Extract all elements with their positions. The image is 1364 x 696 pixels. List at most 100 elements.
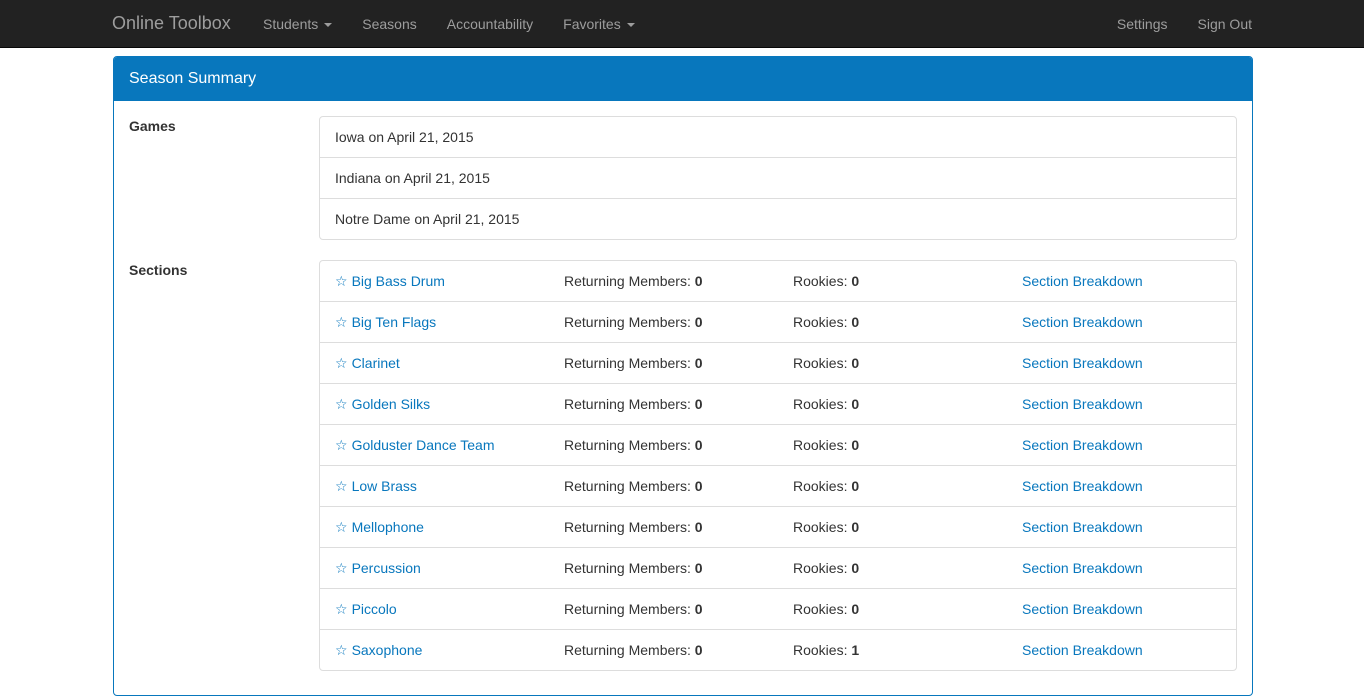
rookies-count: 0 xyxy=(851,478,860,494)
returning-members: Returning Members: 0 xyxy=(564,384,703,424)
rookies: Rookies: 0 xyxy=(793,343,859,383)
section-breakdown-link[interactable]: Section Breakdown xyxy=(1022,630,1143,670)
section-name: Percussion xyxy=(351,560,421,576)
section-breakdown-link[interactable]: Section Breakdown xyxy=(1022,589,1143,629)
rookies: Rookies: 0 xyxy=(793,302,859,342)
returning-members-label: Returning Members: xyxy=(564,273,691,289)
star-outline-icon[interactable]: ☆ xyxy=(335,630,348,670)
returning-members: Returning Members: 0 xyxy=(564,630,703,670)
section-breakdown-link[interactable]: Section Breakdown xyxy=(1022,507,1143,547)
section-row: ☆ Percussion Returning Members: 0 Rookies: … xyxy=(320,547,1236,588)
section-name-link[interactable]: ☆ Mellophone xyxy=(335,507,424,547)
nav-item-label: Favorites xyxy=(563,16,621,32)
section-breakdown-link[interactable]: Section Breakdown xyxy=(1022,261,1143,301)
rookies-label: Rookies: xyxy=(793,519,848,535)
rookies-count: 0 xyxy=(851,273,860,289)
section-name: Saxophone xyxy=(351,642,423,658)
section-name: Piccolo xyxy=(351,601,397,617)
star-outline-icon[interactable]: ☆ xyxy=(335,589,348,629)
section-name: Clarinet xyxy=(351,355,400,371)
star-outline-icon[interactable]: ☆ xyxy=(335,507,348,547)
rookies: Rookies: 0 xyxy=(793,548,859,588)
returning-members-count: 0 xyxy=(694,314,703,330)
nav-item-accountability[interactable]: Accountability xyxy=(432,0,548,48)
section-row: ☆ Golden Silks Returning Members: 0 Rookies… xyxy=(320,383,1236,424)
star-outline-icon[interactable]: ☆ xyxy=(335,343,348,383)
game-list-item: Indiana on April 21, 2015 xyxy=(320,157,1236,198)
rookies: Rookies: 0 xyxy=(793,507,859,547)
section-name: Mellophone xyxy=(351,519,424,535)
returning-members-label: Returning Members: xyxy=(564,355,691,371)
returning-members-label: Returning Members: xyxy=(564,601,691,617)
section-breakdown-link[interactable]: Section Breakdown xyxy=(1022,425,1143,465)
rookies: Rookies: 0 xyxy=(793,384,859,424)
section-name-link[interactable]: ☆ Golduster Dance Team xyxy=(335,425,495,465)
section-name: Big Ten Flags xyxy=(351,314,437,330)
star-outline-icon[interactable]: ☆ xyxy=(335,548,348,588)
rookies-count: 0 xyxy=(851,560,860,576)
star-outline-icon[interactable]: ☆ xyxy=(335,466,348,506)
star-outline-icon[interactable]: ☆ xyxy=(335,425,348,465)
navbar-container: Online Toolbox Students Seasons Accountabi… xyxy=(112,0,1252,48)
section-row: ☆ Golduster Dance Team Returning Members: … xyxy=(320,424,1236,465)
section-name-link[interactable]: ☆ Golden Silks xyxy=(335,384,430,424)
nav-item-students[interactable]: Students xyxy=(263,0,347,48)
star-outline-icon[interactable]: ☆ xyxy=(335,261,348,301)
game-list-item: Iowa on April 21, 2015 xyxy=(335,129,474,145)
star-outline-icon[interactable]: ☆ xyxy=(335,302,348,342)
nav-item-sign-out[interactable]: Sign Out xyxy=(1183,0,1252,48)
returning-members-label: Returning Members: xyxy=(564,519,691,535)
nav-item-settings[interactable]: Settings xyxy=(1102,0,1183,48)
star-outline-icon[interactable]: ☆ xyxy=(335,384,348,424)
nav-item-seasons[interactable]: Seasons xyxy=(347,0,431,48)
brand-link[interactable]: Online Toolbox xyxy=(112,0,231,48)
returning-members-label: Returning Members: xyxy=(564,314,691,330)
returning-members-label: Returning Members: xyxy=(564,478,691,494)
returning-members-count: 0 xyxy=(694,437,703,453)
nav-right-menu: Settings Sign Out xyxy=(1102,0,1252,48)
section-breakdown-link[interactable]: Section Breakdown xyxy=(1022,302,1143,342)
rookies-count: 0 xyxy=(851,601,860,617)
section-row: ☆ Big Bass Drum Returning Members: 0 Rookie… xyxy=(320,261,1236,301)
returning-members: Returning Members: 0 xyxy=(564,425,703,465)
returning-members-label: Returning Members: xyxy=(564,642,691,658)
section-name-link[interactable]: ☆ Big Ten Flags xyxy=(335,302,436,342)
rookies-count: 0 xyxy=(851,519,860,535)
rookies-label: Rookies: xyxy=(793,314,848,330)
returning-members-count: 0 xyxy=(694,519,703,535)
section-breakdown-link[interactable]: Section Breakdown xyxy=(1022,466,1143,506)
section-name-link[interactable]: ☆ Saxophone xyxy=(335,630,422,670)
returning-members: Returning Members: 0 xyxy=(564,507,703,547)
rookies-label: Rookies: xyxy=(793,601,848,617)
section-name-link[interactable]: ☆ Clarinet xyxy=(335,343,400,383)
nav-item-favorites[interactable]: Favorites xyxy=(548,0,650,48)
top-navbar: Online Toolbox Students Seasons Accountabi… xyxy=(0,0,1364,48)
section-breakdown-link[interactable]: Section Breakdown xyxy=(1022,548,1143,588)
section-name-link[interactable]: ☆ Big Bass Drum xyxy=(335,261,445,301)
section-name: Low Brass xyxy=(351,478,417,494)
section-row: ☆ Low Brass Returning Members: 0 Rookies: 0… xyxy=(320,465,1236,506)
rookies: Rookies: 1 xyxy=(793,630,859,670)
returning-members-label: Returning Members: xyxy=(564,437,691,453)
section-row: ☆ Saxophone Returning Members: 0 Rookies: 1… xyxy=(320,629,1236,670)
section-breakdown-link[interactable]: Section Breakdown xyxy=(1022,343,1143,383)
rookies: Rookies: 0 xyxy=(793,261,859,301)
rookies-count: 0 xyxy=(851,314,860,330)
section-row: ☆ Piccolo Returning Members: 0 Rookies: 0 Se… xyxy=(320,588,1236,629)
returning-members: Returning Members: 0 xyxy=(564,343,703,383)
returning-members: Returning Members: 0 xyxy=(564,466,703,506)
returning-members-count: 0 xyxy=(694,273,703,289)
section-breakdown-link[interactable]: Section Breakdown xyxy=(1022,384,1143,424)
returning-members-count: 0 xyxy=(694,396,703,412)
rookies-count: 1 xyxy=(851,642,860,658)
returning-members: Returning Members: 0 xyxy=(564,261,703,301)
returning-members-count: 0 xyxy=(694,478,703,494)
nav-item-label: Students xyxy=(263,16,319,32)
rookies: Rookies: 0 xyxy=(793,425,859,465)
rookies-label: Rookies: xyxy=(793,642,848,658)
section-name: Big Bass Drum xyxy=(351,273,445,289)
section-name-link[interactable]: ☆ Low Brass xyxy=(335,466,417,506)
section-name-link[interactable]: ☆ Piccolo xyxy=(335,589,397,629)
returning-members: Returning Members: 0 xyxy=(564,548,703,588)
section-name-link[interactable]: ☆ Percussion xyxy=(335,548,421,588)
